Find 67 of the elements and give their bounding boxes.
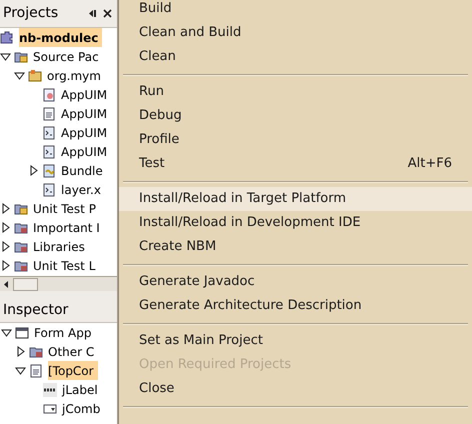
tree-item[interactable]: layer.x (61, 180, 105, 199)
collapsed-toggle-icon[interactable] (30, 165, 38, 176)
menu-item[interactable]: Generate Architecture Description (119, 294, 472, 318)
menu-item[interactable]: Test Alt+F6 (119, 152, 472, 176)
expanded-toggle-icon[interactable] (15, 366, 26, 374)
expanded-toggle-icon[interactable] (14, 72, 25, 80)
tree-item[interactable]: AppUIM (61, 85, 112, 104)
collapsed-toggle-icon[interactable] (2, 203, 10, 214)
menu-item[interactable]: Clean and Build (119, 21, 472, 45)
folder-icon (29, 344, 43, 358)
module-icon (0, 30, 14, 44)
menu-item[interactable]: Generate Javadoc (119, 270, 472, 294)
folder-icon (14, 240, 28, 254)
tree-item[interactable]: Unit Test L (33, 256, 100, 275)
tree-item[interactable]: Unit Test P (33, 199, 100, 218)
expanded-toggle-icon[interactable] (1, 328, 12, 336)
menu-item[interactable]: Debug (119, 104, 472, 128)
label-icon (43, 382, 57, 396)
collapsed-toggle-icon[interactable] (2, 222, 10, 233)
menu-item[interactable]: Profile (119, 128, 472, 152)
tree-item[interactable]: Source Pac (33, 47, 103, 66)
expanded-toggle-icon[interactable] (0, 52, 11, 60)
package-folder-icon (14, 202, 28, 216)
panel-title: Projects (3, 4, 58, 23)
close-icon[interactable] (103, 9, 112, 18)
collapsed-toggle-icon[interactable] (16, 346, 24, 357)
tree-item[interactable]: org.mym (47, 66, 105, 85)
tree-item[interactable]: jLabel (62, 380, 102, 399)
tree-item[interactable]: Libraries (33, 237, 89, 256)
doc-icon (29, 364, 43, 378)
tree-item[interactable]: AppUIM (61, 123, 112, 142)
tree-item[interactable]: nb-modulec (19, 28, 102, 47)
tree-item[interactable]: Bundle (61, 161, 107, 180)
xml-icon (42, 126, 56, 140)
menu-item[interactable]: Install/Reload in Target Platform (119, 187, 472, 211)
minimize-icon[interactable] (89, 9, 98, 18)
package-icon (28, 68, 42, 82)
combo-icon (43, 402, 57, 416)
menu-item[interactable]: Run (119, 80, 472, 104)
form-icon (42, 88, 56, 102)
doc-icon (42, 106, 56, 120)
folder-icon (14, 220, 28, 234)
shortcut-text: Alt+F6 (408, 155, 452, 174)
menu-item[interactable]: Build (119, 0, 472, 21)
window-icon (15, 326, 29, 340)
tree-item[interactable]: [TopCor (48, 361, 98, 380)
folder-icon (14, 258, 28, 272)
horizontal-scrollbar[interactable] (0, 276, 117, 291)
menu-item[interactable]: Clean (119, 45, 472, 69)
panel-title: Inspector (3, 301, 68, 320)
menu-item[interactable]: Create NBM (119, 235, 472, 259)
tree-item[interactable]: Important I (33, 218, 104, 237)
xml-icon (42, 182, 56, 196)
tree-item[interactable]: AppUIM (61, 104, 112, 123)
collapsed-toggle-icon[interactable] (2, 260, 10, 271)
collapsed-toggle-icon[interactable] (2, 241, 10, 252)
tree-item[interactable]: jComb (62, 399, 104, 418)
menu-item[interactable]: Set as Main Project (119, 329, 472, 353)
tree-item[interactable]: Other C (48, 342, 98, 361)
tree-item[interactable]: Form App (34, 323, 96, 342)
props-icon (42, 164, 56, 178)
package-folder-icon (14, 50, 28, 64)
scroll-thumb[interactable] (13, 278, 38, 290)
menu-item[interactable]: Close (119, 377, 472, 401)
tree-item[interactable]: AppUIM (61, 142, 112, 161)
menu-item[interactable]: Install/Reload in Development IDE (119, 211, 472, 235)
xml-icon (42, 144, 56, 158)
